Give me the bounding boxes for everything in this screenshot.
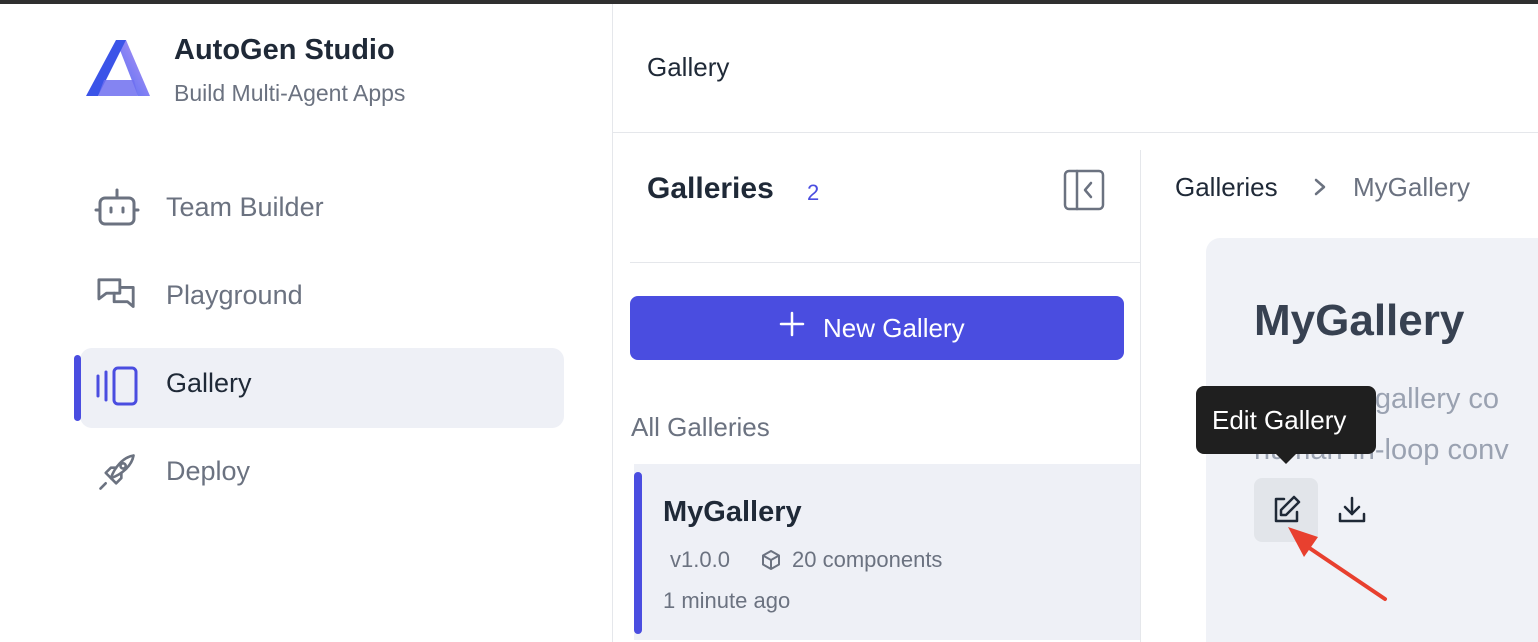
gallery-item-name: MyGallery [663,496,802,528]
page-title: Gallery [647,52,730,82]
gallery-item-version: v1.0.0 [670,547,730,572]
new-gallery-label: New Gallery [823,313,965,343]
edit-gallery-tooltip: Edit Gallery [1196,386,1376,454]
app-subtitle: Build Multi-Agent Apps [174,80,406,106]
breadcrumb-current: MyGallery [1353,172,1471,202]
header-divider [613,132,1538,133]
chat-icon [97,278,135,308]
chevron-right-icon [1314,178,1326,196]
annotation-arrow-icon [1288,527,1387,601]
tooltip-arrow [1274,452,1298,464]
selected-indicator [634,472,642,634]
galleries-panel-title: Galleries [647,172,774,205]
list-header-divider [630,262,1140,263]
sidebar-item-label: Team Builder [166,192,324,222]
tooltip-text: Edit Gallery [1212,405,1347,435]
list-panel-divider [1140,150,1141,642]
breadcrumb-galleries[interactable]: Galleries [1175,172,1278,203]
gallery-detail-title: MyGallery [1254,296,1465,345]
new-gallery-button[interactable]: New Gallery [630,296,1124,360]
sidebar-item-gallery[interactable]: Gallery [80,348,564,428]
sidebar-item-label: Deploy [166,456,251,486]
gallery-icon [96,366,138,406]
sidebar-item-team-builder[interactable]: Team Builder [80,168,564,248]
sidebar-item-deploy[interactable]: Deploy [80,432,564,512]
all-galleries-heading: All Galleries [631,412,770,442]
bot-icon [94,188,140,226]
autogen-logo [86,40,150,96]
plus-icon [779,311,805,337]
gallery-item-components: 20 components [792,547,943,572]
galleries-count-badge: 2 [807,180,820,205]
cube-icon [762,550,780,570]
sidebar-item-label: Playground [166,280,303,310]
app-title: AutoGen Studio [174,34,395,66]
active-indicator [74,355,81,421]
collapse-panel-icon[interactable] [1062,168,1106,212]
sidebar-divider [612,4,613,642]
gallery-item-updated: 1 minute ago [663,588,791,613]
sidebar-item-playground[interactable]: Playground [80,256,564,336]
rocket-icon [99,454,135,490]
sidebar-item-label: Gallery [166,368,252,398]
